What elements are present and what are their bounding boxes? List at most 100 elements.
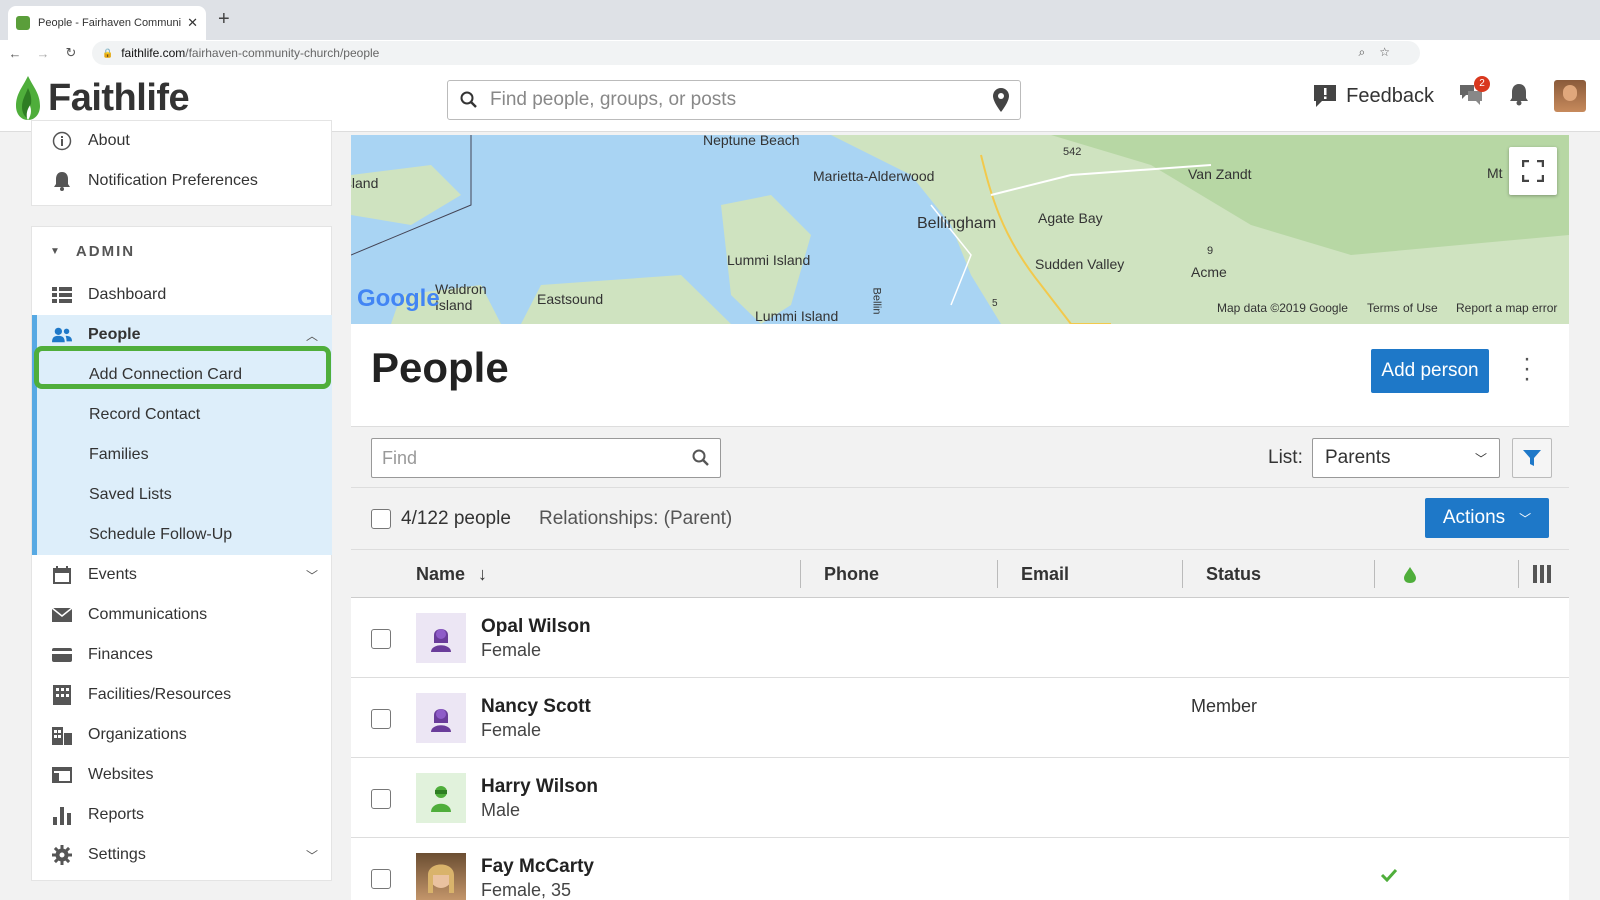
row-checkbox[interactable] bbox=[371, 789, 391, 809]
more-options-icon[interactable]: · · · bbox=[1521, 347, 1533, 391]
close-tab-icon[interactable]: ✕ bbox=[187, 15, 198, 31]
person-name[interactable]: Nancy Scott bbox=[481, 696, 591, 718]
bell-icon bbox=[52, 171, 72, 191]
sidebar-subitem-schedule-follow-up[interactable]: Schedule Follow-Up bbox=[32, 515, 332, 555]
column-header-status[interactable]: Status bbox=[1206, 564, 1261, 585]
new-tab-icon[interactable]: + bbox=[218, 8, 230, 31]
select-all-checkbox[interactable] bbox=[371, 509, 391, 529]
messages-button[interactable]: 2 bbox=[1458, 75, 1490, 111]
sidebar-item-label: Dashboard bbox=[88, 286, 167, 303]
filter-button[interactable] bbox=[1512, 438, 1552, 478]
notifications-button[interactable] bbox=[1508, 82, 1530, 111]
admin-heading: ADMIN bbox=[75, 243, 136, 260]
avatar bbox=[416, 853, 466, 900]
chevron-down-icon: ﹀ bbox=[305, 568, 318, 583]
notification-badge: 2 bbox=[1474, 75, 1490, 92]
sidebar-item-reports[interactable]: Reports bbox=[32, 795, 332, 835]
list-select[interactable]: Parents ﹀ bbox=[1312, 438, 1500, 478]
sidebar-item-settings[interactable]: Settings ﹀ bbox=[32, 835, 332, 875]
table-row[interactable]: Fay McCarty Female, 35 bbox=[351, 838, 1569, 900]
back-arrow-icon[interactable]: ← bbox=[2, 46, 28, 61]
browser-tab-title: People - Fairhaven Community C bbox=[38, 17, 182, 29]
find-input[interactable] bbox=[382, 447, 692, 469]
bell-icon bbox=[1510, 83, 1528, 105]
sidebar-item-label: Finances bbox=[88, 646, 153, 663]
dashboard-icon bbox=[52, 285, 72, 305]
column-chooser-icon[interactable] bbox=[1532, 564, 1552, 584]
location-pin-icon[interactable] bbox=[992, 87, 1010, 113]
sidebar-item-finances[interactable]: Finances bbox=[32, 635, 332, 675]
triangle-down-icon: ▼ bbox=[50, 246, 62, 257]
address-bar[interactable]: 🔒 faithlife.com/fairhaven-community-chur… bbox=[92, 41, 1420, 65]
sidebar-item-notification-preferences[interactable]: Notification Preferences bbox=[32, 161, 332, 201]
find-field[interactable] bbox=[371, 438, 721, 478]
column-header-name[interactable]: Name ↓ bbox=[416, 564, 487, 585]
sidebar-subitem-families[interactable]: Families bbox=[32, 435, 332, 475]
map-label: Eastsound bbox=[537, 291, 604, 307]
column-divider[interactable] bbox=[997, 560, 998, 588]
column-divider[interactable] bbox=[1182, 560, 1183, 588]
chevron-down-icon: ﹀ bbox=[1519, 511, 1532, 526]
calendar-icon bbox=[52, 565, 72, 585]
person-name[interactable]: Fay McCarty bbox=[481, 856, 594, 878]
envelope-icon bbox=[52, 605, 72, 625]
global-search-input[interactable] bbox=[490, 89, 992, 111]
actions-button[interactable]: Actions ﹀ bbox=[1425, 498, 1549, 538]
sidebar-item-events[interactable]: Events ﹀ bbox=[32, 555, 332, 595]
female-avatar-icon bbox=[431, 709, 451, 732]
user-avatar[interactable] bbox=[1554, 80, 1586, 112]
map[interactable]: Neptune Beach Island Marietta-Alderwood … bbox=[351, 135, 1569, 324]
map-terms-link[interactable]: Terms of Use bbox=[1367, 301, 1438, 315]
page-title: People bbox=[371, 344, 509, 391]
map-label: Sudden Valley bbox=[1035, 256, 1125, 272]
google-logo: Google bbox=[357, 285, 440, 312]
column-header-email[interactable]: Email bbox=[1021, 564, 1069, 585]
sidebar-item-organizations[interactable]: Organizations bbox=[32, 715, 332, 755]
global-search[interactable] bbox=[447, 80, 1021, 120]
person-detail: Female, 35 bbox=[481, 880, 572, 900]
sidebar-item-facilities-resources[interactable]: Facilities/Resources bbox=[32, 675, 332, 715]
faithlife-logo[interactable]: Faithlife bbox=[14, 74, 190, 122]
column-divider[interactable] bbox=[1374, 560, 1375, 588]
relationships-filter: Relationships: (Parent) bbox=[539, 508, 733, 529]
row-checkbox[interactable] bbox=[371, 629, 391, 649]
main-panel: People Add person ··· List: Parents ﹀ 4/… bbox=[351, 324, 1569, 900]
sidebar-item-websites[interactable]: Websites bbox=[32, 755, 332, 795]
forward-arrow-icon[interactable]: → bbox=[30, 46, 56, 61]
zoom-icon[interactable]: ⌕ bbox=[1359, 45, 1380, 59]
add-person-button[interactable]: Add person bbox=[1371, 349, 1489, 393]
feedback-button[interactable]: Feedback bbox=[1312, 83, 1434, 109]
map-fullscreen-button[interactable] bbox=[1509, 147, 1557, 195]
column-header-phone[interactable]: Phone bbox=[824, 564, 879, 585]
person-photo bbox=[428, 864, 454, 893]
map-label: Lummi Island bbox=[755, 308, 839, 324]
admin-section-toggle[interactable]: ▼ ADMIN bbox=[50, 243, 135, 260]
row-checkbox[interactable] bbox=[371, 869, 391, 889]
column-divider[interactable] bbox=[800, 560, 801, 588]
bookmark-star-icon[interactable]: ☆ bbox=[1379, 45, 1404, 59]
sidebar-subitem-saved-lists[interactable]: Saved Lists bbox=[32, 475, 332, 515]
actions-label: Actions bbox=[1442, 507, 1506, 528]
browser-tab[interactable]: People - Fairhaven Community C ✕ bbox=[8, 6, 206, 40]
sidebar-item-label: Saved Lists bbox=[89, 486, 172, 503]
sidebar-subitem-record-contact[interactable]: Record Contact bbox=[32, 395, 332, 435]
person-detail: Female bbox=[481, 640, 542, 660]
people-count: 4/122 people bbox=[401, 508, 511, 529]
map-report-error-link[interactable]: Report a map error bbox=[1456, 301, 1557, 315]
row-checkbox[interactable] bbox=[371, 709, 391, 729]
filter-bar: List: Parents ﹀ bbox=[351, 426, 1569, 488]
table-row[interactable]: Opal Wilson Female bbox=[351, 598, 1569, 678]
table-row[interactable]: Harry Wilson Male bbox=[351, 758, 1569, 838]
sidebar-item-communications[interactable]: Communications bbox=[32, 595, 332, 635]
info-icon bbox=[52, 131, 72, 151]
search-icon[interactable] bbox=[692, 449, 710, 467]
faithlife-flame-column-icon[interactable] bbox=[1403, 566, 1417, 584]
person-name[interactable]: Harry Wilson bbox=[481, 776, 598, 798]
column-divider bbox=[1518, 560, 1519, 588]
table-row[interactable]: Nancy Scott Female Member bbox=[351, 678, 1569, 758]
reload-icon[interactable]: ↻ bbox=[58, 45, 84, 61]
sidebar-item-dashboard[interactable]: Dashboard bbox=[32, 275, 332, 315]
sidebar-item-about[interactable]: About bbox=[32, 121, 332, 161]
avatar bbox=[416, 613, 466, 663]
person-name[interactable]: Opal Wilson bbox=[481, 616, 591, 638]
